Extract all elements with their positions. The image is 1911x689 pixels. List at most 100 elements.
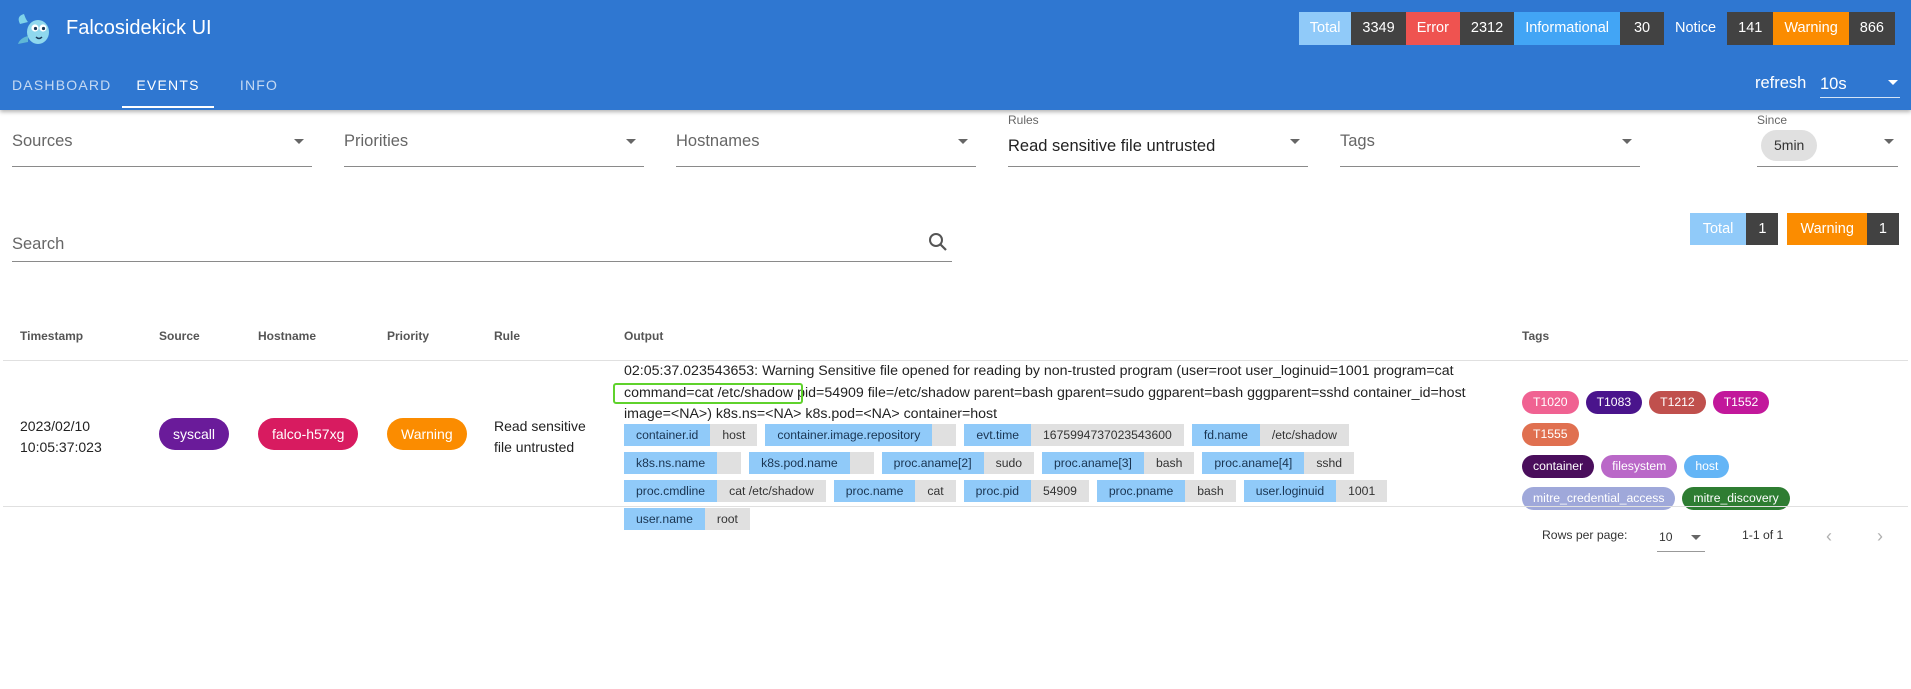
field-key: k8s.pod.name [749,452,850,474]
tag-chip[interactable]: host [1684,455,1730,478]
col-header-rule[interactable]: Rule [494,329,520,343]
field-value: host [710,424,758,446]
field-pair: k8s.ns.name [624,452,742,474]
chevron-down-icon [1691,535,1701,540]
next-page-icon[interactable]: › [1877,526,1883,547]
priorities-select[interactable]: Priorities [344,112,644,167]
tab-events[interactable]: EVENTS [122,66,214,110]
field-key: fd.name [1191,424,1260,446]
col-header-timestamp[interactable]: Timestamp [20,329,83,343]
field-key: proc.aname[3] [1042,452,1144,474]
field-key: proc.cmdline [624,480,718,502]
filtered-warning-label: Warning [1787,213,1867,245]
search-input[interactable]: Search [12,222,952,262]
field-value [849,452,874,474]
nav-tabs: DASHBOARD EVENTS INFO [0,66,304,110]
since-chip[interactable]: 5min [1761,130,1818,161]
chevron-down-icon [958,139,968,144]
rows-per-page-select[interactable]: 10 [1657,522,1705,552]
priority-chip[interactable]: Warning [387,418,467,450]
rows-per-page-label: Rows per page: [1542,528,1628,542]
chevron-down-icon [294,139,304,144]
field-pair: evt.time 1675994737023543600 [964,424,1184,446]
hostnames-select[interactable]: Hostnames [676,112,976,167]
search-icon[interactable] [928,232,948,252]
notice-count-value: 141 [1727,12,1774,45]
col-header-priority[interactable]: Priority [387,329,429,343]
field-key: user.loginuid [1243,480,1337,502]
field-value: /etc/shadow [1259,424,1349,446]
refresh-select[interactable]: 10s [1820,68,1900,98]
since-select[interactable]: Since 5min [1757,112,1898,167]
tab-info[interactable]: INFO [214,66,304,110]
tag-chip[interactable]: T1212 [1649,391,1706,414]
error-count-label: Error [1405,12,1460,45]
field-pair: proc.aname[4] sshd [1202,452,1355,474]
filtered-counts: Total 1 Warning 1 [1689,213,1899,245]
field-key: proc.pid [963,480,1031,502]
sources-select[interactable]: Sources [12,112,312,167]
field-pair: proc.cmdline cat /etc/shadow [624,480,826,502]
prev-page-icon[interactable]: ‹ [1826,526,1832,547]
col-header-hostname[interactable]: Hostname [258,329,316,343]
field-pair: proc.aname[3] bash [1042,452,1195,474]
timestamp-date: 2023/02/10 [20,418,91,434]
field-key: proc.pname [1096,480,1186,502]
field-value: sshd [1304,452,1355,474]
filtered-total-value: 1 [1746,213,1779,245]
informational-count-label: Informational [1514,12,1621,45]
col-header-source[interactable]: Source [159,329,200,343]
field-pair: user.loginuid 1001 [1243,480,1388,502]
field-key: evt.time [964,424,1032,446]
since-label: Since [1757,113,1788,127]
field-value: bash [1185,480,1236,502]
total-count-value: 3349 [1351,12,1406,45]
tag-chip[interactable]: filesystem [1601,455,1678,478]
field-value: 54909 [1031,480,1089,502]
field-value: root [704,508,750,530]
priorities-label: Priorities [344,132,409,150]
field-key: proc.aname[4] [1202,452,1305,474]
app-bar: Falcosidekick UI Total 3349 Error 2312 I… [0,0,1911,110]
field-key: container.image.repository [765,424,933,446]
chevron-down-icon [1884,139,1894,144]
notice-count-label: Notice [1664,12,1728,45]
field-pair: container.image.repository [765,424,957,446]
tab-dashboard[interactable]: DASHBOARD [0,66,122,110]
total-count-label: Total [1298,12,1352,45]
field-pair: proc.aname[2] sudo [881,452,1035,474]
field-pair: k8s.pod.name [749,452,874,474]
pagination-range: 1-1 of 1 [1742,528,1784,542]
col-header-output[interactable]: Output [624,329,663,343]
chevron-down-icon [1622,139,1632,144]
field-key: container.id [624,424,711,446]
field-key: user.name [624,508,705,530]
field-key: proc.name [833,480,916,502]
source-chip[interactable]: syscall [159,418,230,450]
rows-per-page-value: 10 [1659,530,1673,544]
tag-chip[interactable]: T1552 [1712,391,1770,414]
hostnames-label: Hostnames [676,132,760,150]
tag-chip[interactable]: T1083 [1585,391,1643,414]
refresh-label: refresh [1755,74,1807,92]
tag-chip[interactable]: T1555 [1522,423,1579,446]
timestamp-cell: 2023/02/10 10:05:37:023 [20,416,102,458]
tag-chip[interactable]: T1020 [1522,391,1579,414]
filtered-total-label: Total [1689,213,1747,245]
tag-chip[interactable]: container [1522,455,1595,478]
highlight-box [613,383,803,404]
field-pair: proc.pname bash [1096,480,1236,502]
chevron-down-icon [1290,139,1300,144]
rules-select[interactable]: Rules Read sensitive file untrusted [1008,112,1308,167]
error-count-value: 2312 [1459,12,1515,45]
col-header-tags[interactable]: Tags [1522,329,1549,343]
falco-logo-icon [18,14,49,44]
tags-label: Tags [1340,132,1375,150]
hostname-chip[interactable]: falco-h57xg [258,418,359,450]
tags-select[interactable]: Tags [1340,112,1640,167]
app-title: Falcosidekick UI [66,17,212,39]
rules-value: Read sensitive file untrusted [1008,137,1216,155]
field-value: cat /etc/shadow [717,480,826,502]
field-pair: container.id host [624,424,758,446]
field-key: proc.aname[2] [881,452,984,474]
